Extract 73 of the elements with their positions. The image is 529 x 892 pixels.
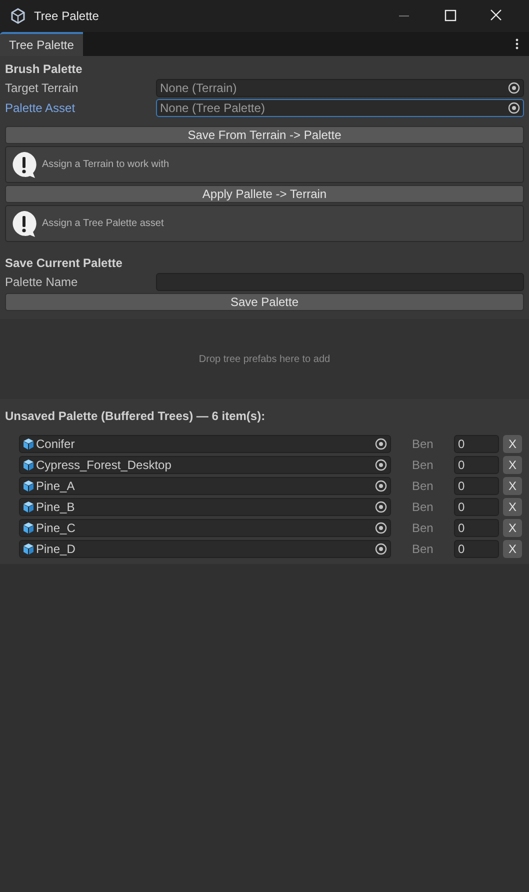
alert-icon [10,150,38,178]
object-field[interactable]: None (Terrain) [156,79,524,97]
object-picker-icon[interactable] [375,501,387,513]
bend-field[interactable]: 0 [454,456,499,474]
object-picker-icon[interactable] [375,522,387,534]
help-message: Assign a Tree Palette asset [42,217,164,231]
cube-icon [23,480,34,492]
tree-name: Pine_C [36,520,76,537]
bend-label: Ben [412,436,434,453]
bend-value: 0 [458,436,465,453]
section-heading: Unsaved Palette (Buffered Trees) — 6 item(s): [5,408,266,425]
object-picker-icon[interactable] [375,438,387,450]
object-picker-icon[interactable] [375,543,387,555]
bend-value: 0 [458,541,465,558]
help-message: Assign a Terrain to work with [42,158,170,172]
object-picker-icon[interactable] [508,82,520,94]
remove-button[interactable]: X [503,540,522,558]
cube-icon [23,501,34,513]
field-value: None (Terrain) [160,80,238,97]
tree-object-field[interactable]: Pine_D [19,540,391,558]
window-title: Tree Palette [34,8,99,25]
field-label: Palette Name [5,274,79,291]
bend-label: Ben [412,541,434,558]
tree-name: Conifer [36,436,76,453]
bend-field[interactable]: 0 [454,540,499,558]
tree-object-field[interactable]: Pine_A [19,477,391,495]
field-value: None (Tree Palette) [160,100,266,117]
tab[interactable]: Tree Palette [0,32,83,56]
more-icon[interactable] [515,38,519,50]
object-picker-icon[interactable] [375,459,387,471]
object-field[interactable]: None (Tree Palette) [156,99,524,117]
remove-button[interactable]: X [503,477,522,495]
action-button[interactable]: Apply Pallete -> Terrain [5,185,524,203]
bend-field[interactable]: 0 [454,477,499,495]
bend-label: Ben [412,457,434,474]
bend-field[interactable]: 0 [454,519,499,537]
tree-object-field[interactable]: Pine_C [19,519,391,537]
cube-icon [23,522,34,534]
drop-area[interactable]: Drop tree prefabs here to add [0,319,529,399]
tree-object-field[interactable]: Conifer [19,435,391,453]
bend-label: Ben [412,478,434,495]
bend-value: 0 [458,478,465,495]
bend-value: 0 [458,520,465,537]
remove-button[interactable]: X [503,498,522,516]
action-button[interactable]: Save From Terrain -> Palette [5,126,524,144]
tree-name: Pine_B [36,499,76,516]
tree-object-field[interactable]: Pine_B [19,498,391,516]
remove-button[interactable]: X [503,435,522,453]
object-picker-icon[interactable] [375,480,387,492]
bend-value: 0 [458,457,465,474]
section-heading: Brush Palette [5,61,84,78]
cube-icon [23,459,34,471]
remove-button[interactable]: X [503,456,522,474]
field-label: Target Terrain [5,80,80,97]
tree-name: Pine_A [36,478,76,495]
tree-object-field[interactable]: Cypress_Forest_Desktop [19,456,391,474]
bend-label: Ben [412,499,434,516]
bend-field[interactable]: 0 [454,435,499,453]
section-heading: Save Current Palette [5,255,124,272]
bend-value: 0 [458,499,465,516]
tree-name: Cypress_Forest_Desktop [36,457,172,474]
bend-field[interactable]: 0 [454,498,499,516]
cube-icon [23,543,34,555]
drop-hint: Drop tree prefabs here to add [198,352,330,366]
remove-button[interactable]: X [503,519,522,537]
app-icon [10,8,26,24]
object-picker-icon[interactable] [508,102,520,114]
field-label: Palette Asset [5,100,76,117]
bend-label: Ben [412,520,434,537]
cube-icon [23,438,34,450]
action-button[interactable]: Save Palette [5,293,524,311]
alert-icon [10,210,38,238]
tree-name: Pine_D [36,541,76,558]
